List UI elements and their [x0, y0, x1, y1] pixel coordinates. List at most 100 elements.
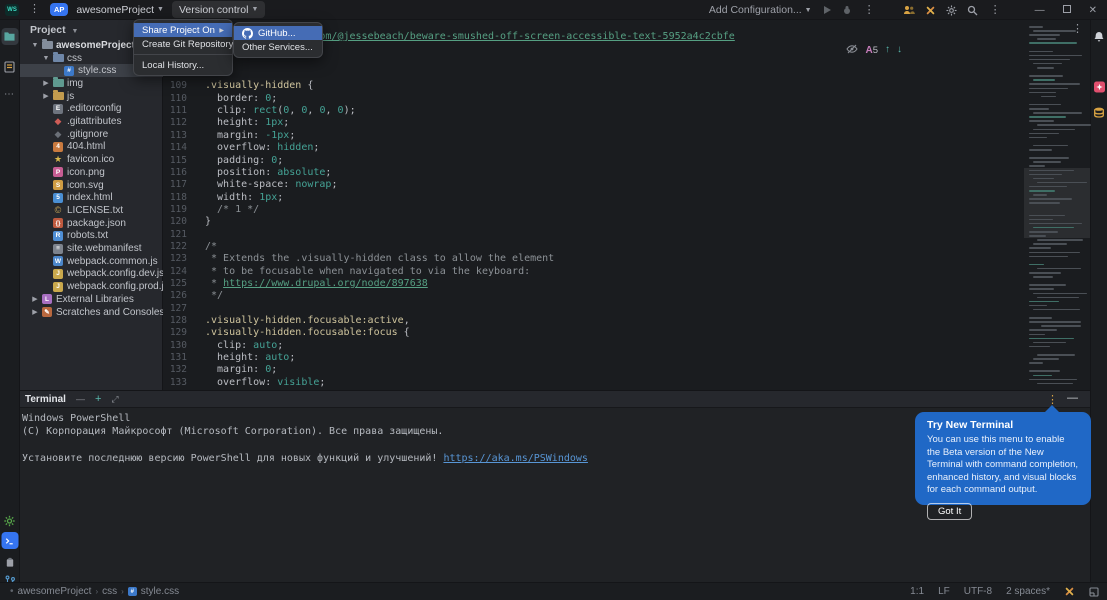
- run-more-kebab-icon[interactable]: ⋮: [862, 5, 877, 16]
- menu-item-share-project-on[interactable]: Share Project On▶: [134, 23, 232, 37]
- tree-chevron-icon[interactable]: ▶: [41, 79, 51, 87]
- hide-terminal-icon[interactable]: —: [1067, 392, 1078, 404]
- tree-item-gitattributes[interactable]: ◆.gitattributes: [20, 115, 163, 128]
- status-widget-1-1[interactable]: 1:1: [910, 586, 924, 597]
- code-line[interactable]: clip: rect(0, 0, 0, 0);: [205, 105, 356, 117]
- code-line[interactable]: .visually-hidden.focusable:focus {: [205, 327, 410, 339]
- expand-terminal-icon[interactable]: ⤢: [111, 394, 118, 405]
- tree-item-index-html[interactable]: 5index.html: [20, 191, 163, 204]
- code-line[interactable]: /*: [205, 241, 217, 253]
- highlighting-level-eye-icon[interactable]: [846, 44, 858, 54]
- bell-icon[interactable]: [1091, 28, 1107, 45]
- more-tool-windows-icon[interactable]: ⋯: [1, 86, 18, 103]
- tree-item-404-html[interactable]: 4404.html: [20, 141, 163, 154]
- tree-chevron-icon[interactable]: ▶: [30, 308, 40, 316]
- ai-assistant-icon[interactable]: [1091, 78, 1107, 95]
- tree-item-favicon-ico[interactable]: ★favicon.ico: [20, 153, 163, 166]
- code-line[interactable]: overflow: visible;: [205, 377, 325, 389]
- status-widget-utf-8[interactable]: UTF-8: [964, 586, 992, 597]
- tree-chevron-icon[interactable]: ▶: [30, 295, 40, 303]
- code-line[interactable]: height: auto;: [205, 352, 295, 364]
- tree-item-icon-png[interactable]: Picon.png: [20, 166, 163, 179]
- titlebar-kebab-icon[interactable]: ⋮: [988, 5, 1003, 16]
- tree-item-scratches-and-consoles[interactable]: ▶✎Scratches and Consoles: [20, 306, 163, 319]
- previous-problem-arrow-icon[interactable]: ↑: [885, 44, 890, 55]
- project-icon[interactable]: [1, 28, 18, 45]
- tree-chevron-icon[interactable]: ▶: [41, 92, 51, 100]
- window-minimize-button[interactable]: —: [1031, 5, 1049, 16]
- tree-item-icon-svg[interactable]: Sicon.svg: [20, 179, 163, 192]
- code-line[interactable]: padding: 0;: [205, 155, 283, 167]
- code-line[interactable]: width: 1px;: [205, 192, 283, 204]
- status-widget-lf[interactable]: LF: [938, 586, 950, 597]
- menu-item-local-history[interactable]: Local History...: [134, 58, 232, 72]
- tree-item-webpack-config-prod-js[interactable]: Jwebpack.config.prod.js: [20, 280, 163, 293]
- breadcrumb-awesomeproject[interactable]: awesomeProject: [18, 586, 92, 597]
- code-line[interactable]: white-space: nowrap;: [205, 179, 337, 191]
- menu-item-other-services[interactable]: Other Services...: [234, 40, 322, 54]
- code-line[interactable]: * https://www.drupal.org/node/897638: [205, 278, 428, 290]
- got-it-button[interactable]: Got It: [927, 503, 972, 520]
- vcs-widget-button[interactable]: Version control ▼: [172, 1, 265, 18]
- tree-item-img[interactable]: ▶img: [20, 77, 163, 90]
- code-line[interactable]: position: absolute;: [205, 167, 331, 179]
- database-icon[interactable]: [1091, 104, 1107, 121]
- tree-item-external-libraries[interactable]: ▶LExternal Libraries: [20, 293, 163, 306]
- code-line[interactable]: margin: 0;: [205, 364, 277, 376]
- tree-item-webpack-config-dev-js[interactable]: Jwebpack.config.dev.js: [20, 268, 163, 281]
- tree-item-license-txt[interactable]: ©LICENSE.txt: [20, 204, 163, 217]
- code-line[interactable]: */: [205, 290, 223, 302]
- tree-item-package-json[interactable]: {}package.json: [20, 217, 163, 230]
- window-close-button[interactable]: ✕: [1085, 5, 1101, 16]
- code-line[interactable]: clip: auto;: [205, 340, 283, 352]
- code-line[interactable]: .visually-hidden {: [205, 80, 313, 92]
- inspections-widget[interactable]: A5 ↑ ↓: [846, 40, 902, 58]
- terminal-icon[interactable]: [1, 532, 18, 549]
- debug-icon[interactable]: [842, 5, 852, 15]
- new-terminal-session-icon[interactable]: +: [95, 393, 101, 405]
- commit-icon[interactable]: [1, 58, 18, 75]
- code-line[interactable]: height: 1px;: [205, 117, 289, 129]
- project-panel-header[interactable]: Project ▼: [30, 24, 78, 36]
- menu-item-create-git-repository[interactable]: Create Git Repository...: [134, 37, 232, 51]
- services-icon[interactable]: [1, 512, 18, 529]
- code-line[interactable]: border: 0;: [205, 93, 277, 105]
- code-with-me-icon[interactable]: [903, 5, 915, 15]
- breadcrumb-style-css[interactable]: style.css: [141, 586, 179, 597]
- project-avatar[interactable]: AP: [50, 3, 68, 16]
- code-line[interactable]: margin: -1px;: [205, 130, 295, 142]
- code-line[interactable]: .visually-hidden.focusable:active,: [205, 315, 410, 327]
- window-maximize-button[interactable]: [1059, 5, 1075, 16]
- tree-chevron-icon[interactable]: ▼: [41, 55, 51, 62]
- code-line[interactable]: * Extends the .visually-hidden class to …: [205, 253, 554, 265]
- tree-item-editorconfig[interactable]: E.editorconfig: [20, 103, 163, 116]
- layout-widget-icon[interactable]: [1089, 587, 1099, 597]
- tree-chevron-icon[interactable]: ▼: [30, 42, 40, 49]
- code-line[interactable]: overflow: hidden;: [205, 142, 319, 154]
- status-widget-2-spaces[interactable]: 2 spaces*: [1006, 586, 1050, 597]
- editor-minimap[interactable]: [1024, 20, 1090, 390]
- tree-item-gitignore[interactable]: ◆.gitignore: [20, 128, 163, 141]
- tree-item-robots-txt[interactable]: Rrobots.txt: [20, 230, 163, 243]
- menu-item-github[interactable]: GitHub...: [234, 26, 322, 40]
- settings-gear-icon[interactable]: [946, 5, 957, 16]
- hammer-wrench-icon[interactable]: [1064, 586, 1075, 597]
- editor-options-kebab-icon[interactable]: ⋮: [1072, 22, 1077, 35]
- code-line[interactable]: /* 1 */: [205, 204, 259, 216]
- tree-item-js[interactable]: ▶js: [20, 90, 163, 103]
- code-line[interactable]: }: [205, 216, 211, 228]
- problems-icon[interactable]: [1, 554, 18, 571]
- code-line[interactable]: * to be focusable when navigated to via …: [205, 266, 530, 278]
- tree-item-site-webmanifest[interactable]: ≡site.webmanifest: [20, 242, 163, 255]
- terminal-tab[interactable]: Terminal: [25, 394, 66, 405]
- run-icon[interactable]: [822, 5, 832, 15]
- tree-item-webpack-common-js[interactable]: Wwebpack.common.js: [20, 255, 163, 268]
- terminal-link[interactable]: https://aka.ms/PSWindows: [443, 453, 588, 464]
- code-link[interactable]: https://www.drupal.org/node/897638: [223, 278, 428, 289]
- next-problem-arrow-icon[interactable]: ↓: [897, 44, 902, 55]
- run-configurations-button[interactable]: Add Configuration... ▼: [709, 4, 812, 16]
- main-menu-icon[interactable]: ⋮: [27, 4, 42, 15]
- breadcrumb-css[interactable]: css: [102, 586, 117, 597]
- project-widget[interactable]: awesomeProject ▼: [76, 4, 164, 16]
- tools-icon[interactable]: [925, 5, 936, 16]
